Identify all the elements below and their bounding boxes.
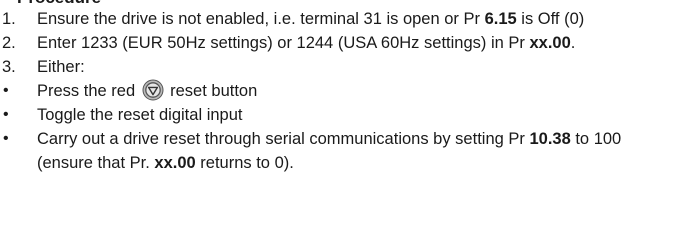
bullet: • [3, 106, 9, 123]
reset-option: • Carry out a drive reset through serial… [0, 127, 684, 175]
option-text: Carry out a drive reset through serial c… [37, 130, 622, 172]
reset-option: • Press the red reset button [0, 79, 684, 103]
step-number: 1. [2, 10, 16, 28]
procedure-list: 1. Ensure the drive is not enabled, i.e.… [0, 7, 684, 175]
parameter-ref: xx.00 [529, 34, 571, 52]
option-text: Press the red reset button [37, 79, 257, 101]
option-text: Toggle the reset digital input [37, 106, 243, 124]
parameter-ref: 10.38 [529, 130, 571, 148]
step-number: 2. [2, 34, 16, 52]
reset-option: • Toggle the reset digital input [0, 103, 684, 127]
parameter-ref: 6.15 [484, 10, 517, 28]
bullet: • [3, 130, 9, 147]
procedure-step: 3. Either: [0, 55, 684, 79]
procedure-step: 1. Ensure the drive is not enabled, i.e.… [0, 7, 684, 31]
step-text: Ensure the drive is not enabled, i.e. te… [37, 10, 585, 28]
step-text: Enter 1233 (EUR 50Hz settings) or 1244 (… [37, 34, 576, 52]
parameter-ref: xx.00 [154, 154, 196, 172]
step-number: 3. [2, 58, 16, 76]
procedure-step: 2. Enter 1233 (EUR 50Hz settings) or 124… [0, 31, 684, 55]
stop-reset-icon [142, 79, 164, 101]
bullet: • [3, 82, 9, 99]
step-text: Either: [37, 58, 85, 76]
